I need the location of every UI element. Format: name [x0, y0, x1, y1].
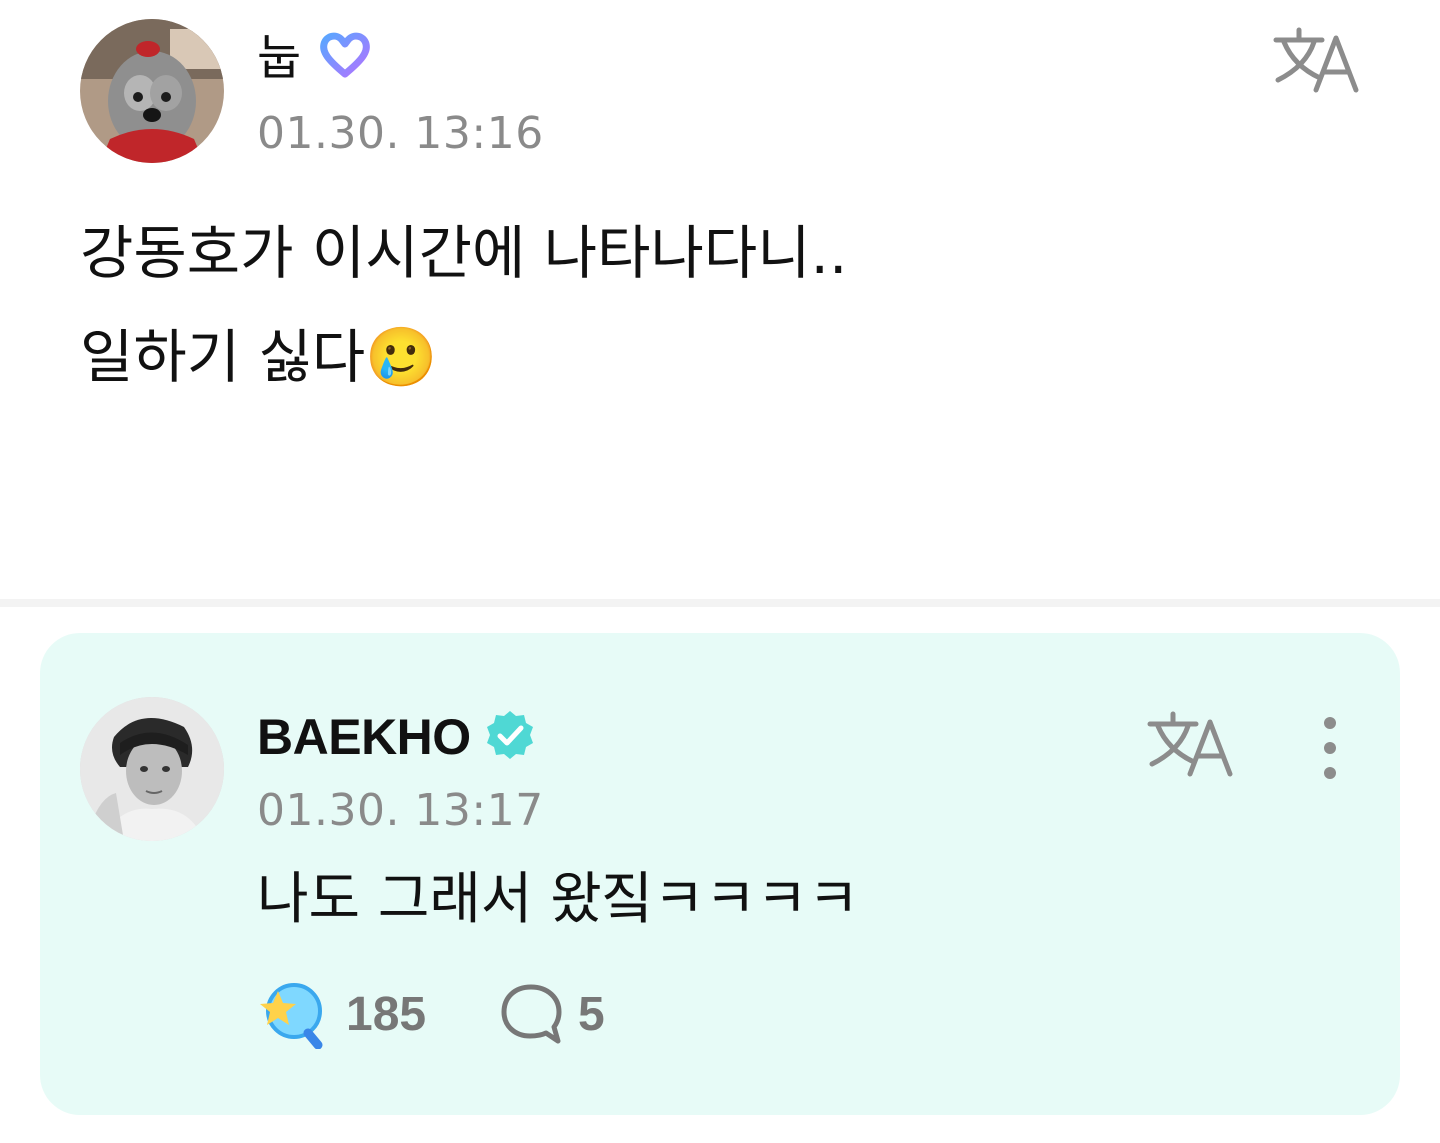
- reply-author-avatar[interactable]: [80, 697, 224, 841]
- likes-count: 185: [346, 988, 427, 1041]
- more-vertical-icon[interactable]: [1316, 713, 1344, 783]
- verified-badge-icon: [484, 709, 536, 765]
- translate-icon[interactable]: [1272, 26, 1362, 96]
- reply-author-name[interactable]: BAEKHO: [257, 709, 471, 765]
- section-divider: [0, 599, 1440, 607]
- reply-card[interactable]: BAEKHO 01.30. 13:17 나도 그래서 왔짘ㅋㅋㅋㅋ 185 5: [40, 633, 1400, 1115]
- post-body-line-2: 일하기 싫다🥲: [80, 323, 438, 391]
- heart-badge-icon: [318, 30, 372, 84]
- post-body-line-1: 강동호가 이시간에 나타나다니..: [80, 219, 848, 287]
- comment-bubble-icon: [498, 979, 564, 1053]
- translate-icon[interactable]: [1146, 710, 1236, 780]
- lightstick-like-icon: [258, 979, 328, 1053]
- author-name[interactable]: 눕: [257, 30, 301, 86]
- author-avatar[interactable]: [80, 19, 224, 163]
- main-post: 눕 01.30. 13:16 강동호가 이시간에 나타나다니.. 일하기 싫다🥲: [0, 0, 1440, 600]
- like-button[interactable]: 185: [258, 979, 458, 1050]
- reply-body: 나도 그래서 왔짘ㅋㅋㅋㅋ: [257, 867, 860, 932]
- comments-count: 5: [578, 988, 605, 1041]
- reply-timestamp: 01.30. 13:17: [257, 785, 544, 836]
- post-timestamp: 01.30. 13:16: [257, 108, 544, 159]
- comment-button[interactable]: 5: [498, 979, 638, 1049]
